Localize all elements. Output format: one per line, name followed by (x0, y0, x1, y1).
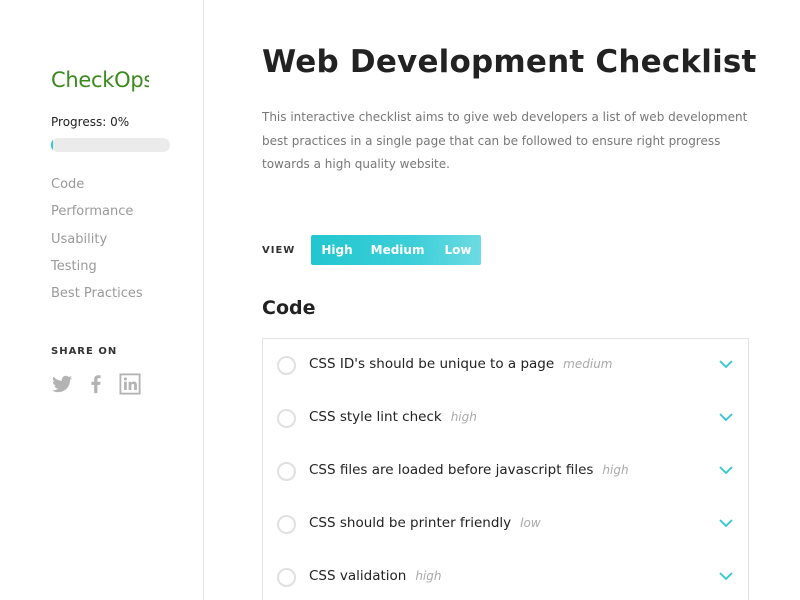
item-priority: high (602, 463, 629, 477)
progress-bar (51, 138, 170, 152)
view-toggle: High Medium Low (311, 235, 482, 265)
view-low-button[interactable]: Low (436, 235, 481, 265)
page-title: Web Development Checklist (262, 44, 757, 80)
item-priority: high (450, 410, 477, 424)
chevron-down-icon[interactable] (719, 518, 733, 528)
linkedin-icon[interactable] (119, 373, 141, 395)
social-links (51, 373, 141, 395)
nav-item-usability[interactable]: Usability (51, 230, 143, 257)
progress-label: Progress: 0% (51, 115, 130, 129)
facebook-icon[interactable] (85, 373, 107, 395)
item-priority: medium (563, 357, 613, 371)
logo[interactable]: CheckOps (51, 68, 149, 92)
item-title: CSS files are loaded before javascript f… (309, 462, 594, 478)
share-label: SHARE ON (51, 346, 118, 357)
chevron-down-icon[interactable] (719, 412, 733, 422)
item-priority: high (415, 569, 442, 583)
nav-item-best-practices[interactable]: Best Practices (51, 284, 143, 311)
sidebar-nav: Code Performance Usability Testing Best … (51, 175, 143, 311)
chevron-down-icon[interactable] (719, 359, 733, 369)
twitter-icon[interactable] (51, 373, 73, 395)
chevron-down-icon[interactable] (719, 465, 733, 475)
item-title: CSS should be printer friendly (309, 515, 512, 531)
nav-item-performance[interactable]: Performance (51, 202, 143, 229)
nav-item-code[interactable]: Code (51, 175, 143, 202)
checklist-item[interactable]: CSS ID's should be unique to a page mediu… (263, 339, 748, 392)
checklist-item[interactable]: CSS validation high (263, 551, 748, 600)
item-title: CSS ID's should be unique to a page (309, 356, 555, 372)
item-title: CSS style lint check (309, 409, 442, 425)
chevron-down-icon[interactable] (719, 571, 733, 581)
intro-text: This interactive checklist aims to give … (262, 110, 748, 171)
item-priority: low (520, 516, 541, 530)
sidebar: CheckOps Progress: 0% Code Performance U… (0, 0, 204, 600)
item-checkbox[interactable] (277, 515, 296, 534)
checklist-item[interactable]: CSS should be printer friendly low (263, 498, 748, 551)
view-medium-button[interactable]: Medium (363, 235, 437, 265)
view-filter: VIEW High Medium Low (262, 235, 482, 265)
section-title: Code (262, 297, 316, 319)
progress-fill (51, 138, 53, 152)
nav-item-testing[interactable]: Testing (51, 257, 143, 284)
checklist: CSS ID's should be unique to a page mediu… (262, 338, 749, 600)
page: CheckOps Progress: 0% Code Performance U… (0, 0, 800, 600)
item-checkbox[interactable] (277, 409, 296, 428)
item-checkbox[interactable] (277, 568, 296, 587)
checklist-item[interactable]: CSS style lint check high (263, 392, 748, 445)
view-high-button[interactable]: High (311, 235, 362, 265)
checklist-item[interactable]: CSS files are loaded before javascript f… (263, 445, 748, 498)
view-label: VIEW (262, 244, 296, 256)
item-checkbox[interactable] (277, 462, 296, 481)
item-checkbox[interactable] (277, 356, 296, 375)
item-title: CSS validation (309, 568, 407, 584)
